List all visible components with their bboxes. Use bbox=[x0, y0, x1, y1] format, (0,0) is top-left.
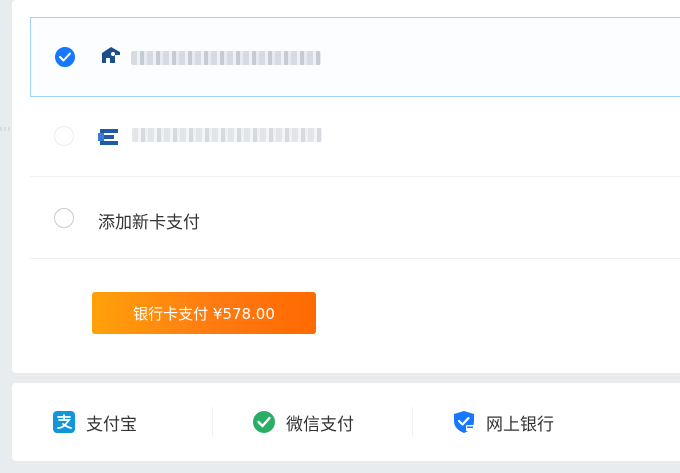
method-online-bank-label: 网上银行 bbox=[486, 414, 554, 435]
radio-unchecked-icon[interactable] bbox=[54, 126, 74, 146]
method-alipay-label: 支付宝 bbox=[86, 414, 137, 435]
method-online-bank[interactable]: 网上银行 bbox=[452, 409, 554, 435]
saved-card-option-2[interactable] bbox=[30, 97, 680, 177]
radio-unchecked-icon[interactable] bbox=[54, 208, 74, 228]
bank-logo-icon bbox=[101, 46, 121, 66]
saved-card-option-1[interactable] bbox=[30, 17, 680, 97]
add-new-card-option[interactable]: 添加新卡支付 bbox=[30, 179, 680, 259]
edge-decoration bbox=[0, 127, 12, 131]
masked-card-info bbox=[131, 51, 321, 65]
masked-card-info bbox=[132, 128, 322, 142]
bank-card-pay-button[interactable]: 银行卡支付 ¥578.00 bbox=[92, 292, 316, 334]
bank-logo-icon bbox=[98, 127, 118, 147]
alipay-icon bbox=[52, 410, 76, 434]
other-payment-methods-bar: 支付宝 微信支付 网上银行 bbox=[12, 383, 680, 461]
method-wechat-pay[interactable]: 微信支付 bbox=[252, 409, 354, 435]
online-bank-icon bbox=[452, 410, 476, 434]
method-alipay[interactable]: 支付宝 bbox=[52, 409, 137, 435]
add-new-card-label: 添加新卡支付 bbox=[98, 213, 200, 233]
wechat-pay-icon bbox=[252, 410, 276, 434]
bank-card-panel: 添加新卡支付 银行卡支付 ¥578.00 bbox=[12, 0, 680, 373]
divider bbox=[412, 407, 413, 437]
divider bbox=[212, 407, 213, 437]
radio-checked-icon[interactable] bbox=[55, 47, 75, 67]
method-wechat-pay-label: 微信支付 bbox=[286, 414, 354, 435]
